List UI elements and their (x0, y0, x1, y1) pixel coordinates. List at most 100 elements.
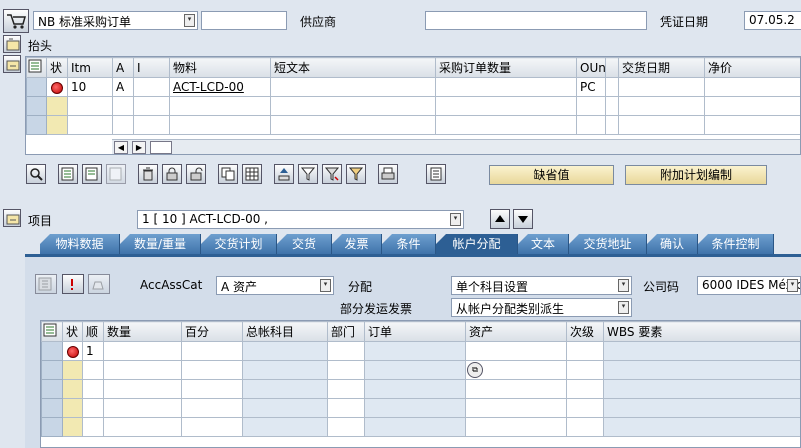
scroll-thumb[interactable] (150, 141, 172, 154)
collapse-item-detail-button[interactable] (3, 209, 21, 227)
additional-planning-button[interactable]: 附加计划编制 (625, 165, 767, 185)
next-item-button[interactable] (513, 209, 533, 229)
wbs-cell[interactable] (603, 398, 800, 418)
col-oun[interactable]: OUn (576, 57, 606, 78)
col-sub-number[interactable]: 次级 (566, 321, 604, 342)
percent-cell[interactable] (181, 341, 243, 361)
col-gl-account[interactable]: 总帐科目 (242, 321, 328, 342)
table-row[interactable] (41, 379, 800, 399)
order-cell[interactable] (364, 398, 466, 418)
tab-delivery[interactable]: 交货 (277, 234, 332, 254)
hand-button[interactable] (88, 274, 110, 294)
table-row[interactable] (41, 398, 800, 418)
grid-button[interactable] (242, 164, 262, 184)
col-short-text[interactable]: 短文本 (270, 57, 436, 78)
item-cell[interactable] (67, 96, 113, 116)
material-link[interactable]: ACT-LCD-00 (173, 80, 244, 94)
col-order[interactable]: 订单 (364, 321, 466, 342)
acct-cat-cell[interactable] (112, 115, 134, 135)
tab-delivery-address[interactable]: 交货地址 (569, 234, 647, 254)
wbs-cell[interactable] (603, 360, 800, 380)
copy-button[interactable] (218, 164, 238, 184)
table-row[interactable] (26, 115, 800, 135)
acct-cat-cell[interactable]: A (112, 77, 134, 97)
item-select[interactable]: 1 [ 10 ] ACT-LCD-00 , ▾ (137, 210, 464, 229)
quantity-cell[interactable] (435, 77, 577, 97)
document-type-select[interactable]: NB 标准采购订单 ▾ (33, 11, 198, 30)
department-cell[interactable] (327, 341, 365, 361)
default-values-button[interactable]: 缺省值 (489, 165, 614, 185)
gl-account-cell[interactable] (242, 379, 328, 399)
tab-confirmations[interactable]: 确认 (647, 234, 698, 254)
oun-cell[interactable] (576, 115, 606, 135)
col-status[interactable]: 状 (46, 57, 68, 78)
row-selector[interactable] (26, 115, 47, 135)
order-cell[interactable] (364, 360, 466, 380)
asset-cell[interactable] (465, 341, 567, 361)
wbs-cell[interactable] (603, 417, 800, 437)
select-block-button[interactable] (106, 164, 126, 184)
previous-item-button[interactable] (490, 209, 510, 229)
tab-texts[interactable]: 文本 (518, 234, 569, 254)
department-cell[interactable] (327, 360, 365, 380)
unlock-button[interactable] (186, 164, 206, 184)
delivery-date-cell[interactable] (618, 77, 705, 97)
percent-cell[interactable] (181, 379, 243, 399)
table-row[interactable] (26, 96, 800, 116)
col-acct-cat[interactable]: A (112, 57, 134, 78)
asset-search-help-button[interactable]: ⧉ (467, 362, 483, 378)
item-cell[interactable]: 10 (67, 77, 113, 97)
item-cat-cell[interactable] (133, 96, 170, 116)
multiple-account-button[interactable] (35, 274, 57, 294)
item-cat-cell[interactable] (133, 77, 170, 97)
blank-cell[interactable] (605, 115, 619, 135)
sub-number-cell[interactable] (566, 341, 604, 361)
tab-condition-control[interactable]: 条件控制 (698, 234, 774, 254)
oun-cell[interactable] (576, 96, 606, 116)
department-cell[interactable] (327, 379, 365, 399)
col-blank[interactable] (605, 57, 619, 78)
table-row[interactable]: ⧉ (41, 360, 800, 380)
net-price-cell[interactable] (704, 115, 800, 135)
wbs-cell[interactable] (603, 379, 800, 399)
row-selector[interactable] (41, 379, 63, 399)
select-all-cell[interactable] (41, 321, 63, 342)
acct-cat-cell[interactable] (112, 96, 134, 116)
col-item[interactable]: Itm (67, 57, 113, 78)
short-text-cell[interactable] (270, 115, 436, 135)
tab-conditions[interactable]: 条件 (382, 234, 436, 254)
filter-delete-button[interactable] (346, 164, 366, 184)
sub-number-cell[interactable] (566, 379, 604, 399)
quantity-cell[interactable] (103, 417, 182, 437)
row-selector[interactable] (41, 417, 63, 437)
company-code-select[interactable]: 6000 IDES Méxic ▾ (697, 276, 801, 295)
material-cell[interactable]: ACT-LCD-00 (169, 77, 271, 97)
wbs-cell[interactable] (603, 341, 800, 361)
department-cell[interactable] (327, 398, 365, 418)
row-selector[interactable] (26, 96, 47, 116)
partial-invoice-select[interactable]: 从帐户分配类别派生 ▾ (451, 298, 632, 317)
delete-button[interactable] (138, 164, 158, 184)
scroll-right-button[interactable]: ▶ (132, 141, 146, 154)
document-number-input[interactable] (201, 11, 287, 30)
col-quantity[interactable]: 数量 (103, 321, 182, 342)
row-selector[interactable] (41, 341, 63, 361)
net-price-cell[interactable] (704, 77, 800, 97)
row-selector[interactable] (26, 77, 47, 97)
filter-button[interactable] (298, 164, 318, 184)
oun-cell[interactable]: PC (576, 77, 606, 97)
quantity-cell[interactable] (435, 96, 577, 116)
gl-account-cell[interactable] (242, 341, 328, 361)
material-cell[interactable] (169, 115, 271, 135)
col-percent[interactable]: 百分 (181, 321, 243, 342)
tab-quantity-weight[interactable]: 数量/重量 (120, 234, 201, 254)
col-wbs-element[interactable]: WBS 要素 (603, 321, 800, 342)
quantity-cell[interactable] (103, 360, 182, 380)
blank-cell[interactable] (605, 77, 619, 97)
table-row[interactable]: 10 A ACT-LCD-00 PC (26, 77, 800, 97)
sub-number-cell[interactable] (566, 360, 604, 380)
expand-header-button[interactable] (3, 35, 21, 53)
col-net-price[interactable]: 净价 (704, 57, 800, 78)
blank-cell[interactable] (605, 96, 619, 116)
col-status[interactable]: 状 (62, 321, 83, 342)
